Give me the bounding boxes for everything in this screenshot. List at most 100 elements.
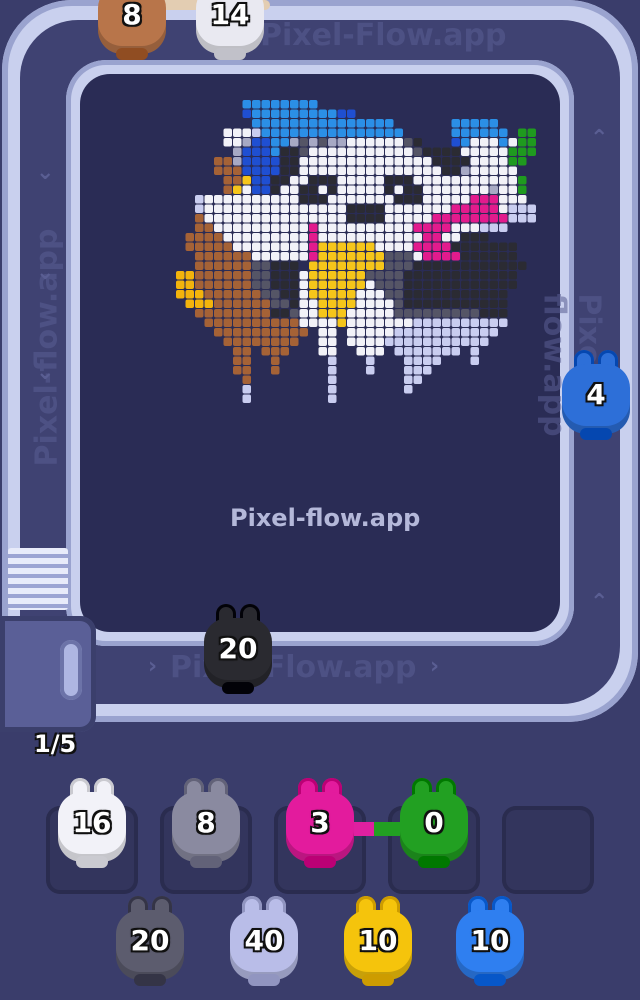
pixel-block (375, 233, 384, 242)
pixel-block (489, 242, 498, 251)
slot-bunny[interactable]: 8 (172, 778, 240, 868)
pixel-block (233, 261, 242, 270)
slot-bunny[interactable]: 16 (58, 778, 126, 868)
queue-bunny[interactable]: 20 (116, 896, 184, 986)
pixel-block (499, 223, 508, 232)
pixel-block (499, 138, 508, 147)
pixel-block (204, 214, 213, 223)
pixel-block (366, 176, 375, 185)
pixel-block (451, 185, 460, 194)
pixel-block (480, 223, 489, 232)
pixel-block (271, 204, 280, 213)
pixel-block (385, 290, 394, 299)
track-bunny[interactable]: 8 (98, 0, 166, 60)
pixel-block (404, 280, 413, 289)
pixel-block (356, 347, 365, 356)
pixel-block (423, 185, 432, 194)
pixel-block (204, 299, 213, 308)
pixel-block (290, 233, 299, 242)
holding-slot-empty[interactable] (502, 806, 594, 894)
pixel-block (442, 242, 451, 251)
pixel-block (328, 128, 337, 137)
pixel-block (271, 214, 280, 223)
pixel-block (356, 299, 365, 308)
track-bunny[interactable]: 14 (196, 0, 264, 60)
pixel-block (366, 328, 375, 337)
pixel-block (470, 356, 479, 365)
pixel-block (385, 157, 394, 166)
pixel-block (242, 385, 251, 394)
pixel-block (290, 223, 299, 232)
slot-bunny[interactable]: 0 (400, 778, 468, 868)
pixel-block (442, 318, 451, 327)
pixel-block (470, 280, 479, 289)
pixel-block (356, 204, 365, 213)
pixel-block (233, 347, 242, 356)
pixel-block (461, 214, 470, 223)
pixel-block (499, 147, 508, 156)
pixel-block (328, 242, 337, 251)
pixel-block (223, 157, 232, 166)
slot-bunny[interactable]: 3 (286, 778, 354, 868)
pixel-block (366, 195, 375, 204)
queue-bunny[interactable]: 40 (230, 896, 298, 986)
pixel-block (261, 347, 270, 356)
pixel-block (489, 185, 498, 194)
pixel-block (233, 204, 242, 213)
pixel-block (337, 214, 346, 223)
pixel-block (271, 195, 280, 204)
pixel-block (480, 119, 489, 128)
pixel-block (413, 176, 422, 185)
pixel-block (223, 252, 232, 261)
pixel-block (432, 318, 441, 327)
pixel-block (385, 252, 394, 261)
queue-bunny[interactable]: 10 (456, 896, 524, 986)
pixel-block (214, 328, 223, 337)
pixel-block (423, 356, 432, 365)
pixel-block (489, 147, 498, 156)
pixel-block (299, 271, 308, 280)
queue-bunny[interactable]: 10 (344, 896, 412, 986)
pixel-block (356, 195, 365, 204)
pixel-block (404, 261, 413, 270)
pixel-block (423, 328, 432, 337)
pixel-block (385, 261, 394, 270)
bunny-feet (418, 856, 450, 868)
pixel-block (337, 138, 346, 147)
track-bunny[interactable]: 20 (204, 604, 272, 694)
pixel-block (271, 242, 280, 251)
pixel-block (309, 252, 318, 261)
pixel-block (347, 318, 356, 327)
pixel-block (499, 290, 508, 299)
pixel-block (423, 271, 432, 280)
pixel-block (271, 328, 280, 337)
pixel-block (404, 290, 413, 299)
pixel-block (280, 318, 289, 327)
pixel-block (252, 328, 261, 337)
pixel-block (290, 271, 299, 280)
pixel-block (385, 299, 394, 308)
pixel-block (252, 337, 261, 346)
pixel-block (299, 299, 308, 308)
pixel-block (480, 157, 489, 166)
pixel-block (413, 318, 422, 327)
pixel-block (261, 128, 270, 137)
pixel-block (233, 138, 242, 147)
track-bunny[interactable]: 4 (562, 350, 630, 440)
pixel-block (423, 280, 432, 289)
pixel-block (242, 347, 251, 356)
pixel-block (451, 309, 460, 318)
pixel-block (461, 252, 470, 261)
pixel-block (508, 195, 517, 204)
pixel-block (261, 223, 270, 232)
pixel-block (242, 195, 251, 204)
pixel-block (261, 271, 270, 280)
pixel-block (261, 195, 270, 204)
pixel-block (309, 214, 318, 223)
pixel-block (366, 223, 375, 232)
pixel-block (470, 119, 479, 128)
pixel-block (508, 138, 517, 147)
pixel-block (470, 157, 479, 166)
pixel-block (195, 195, 204, 204)
pixel-block (432, 223, 441, 232)
